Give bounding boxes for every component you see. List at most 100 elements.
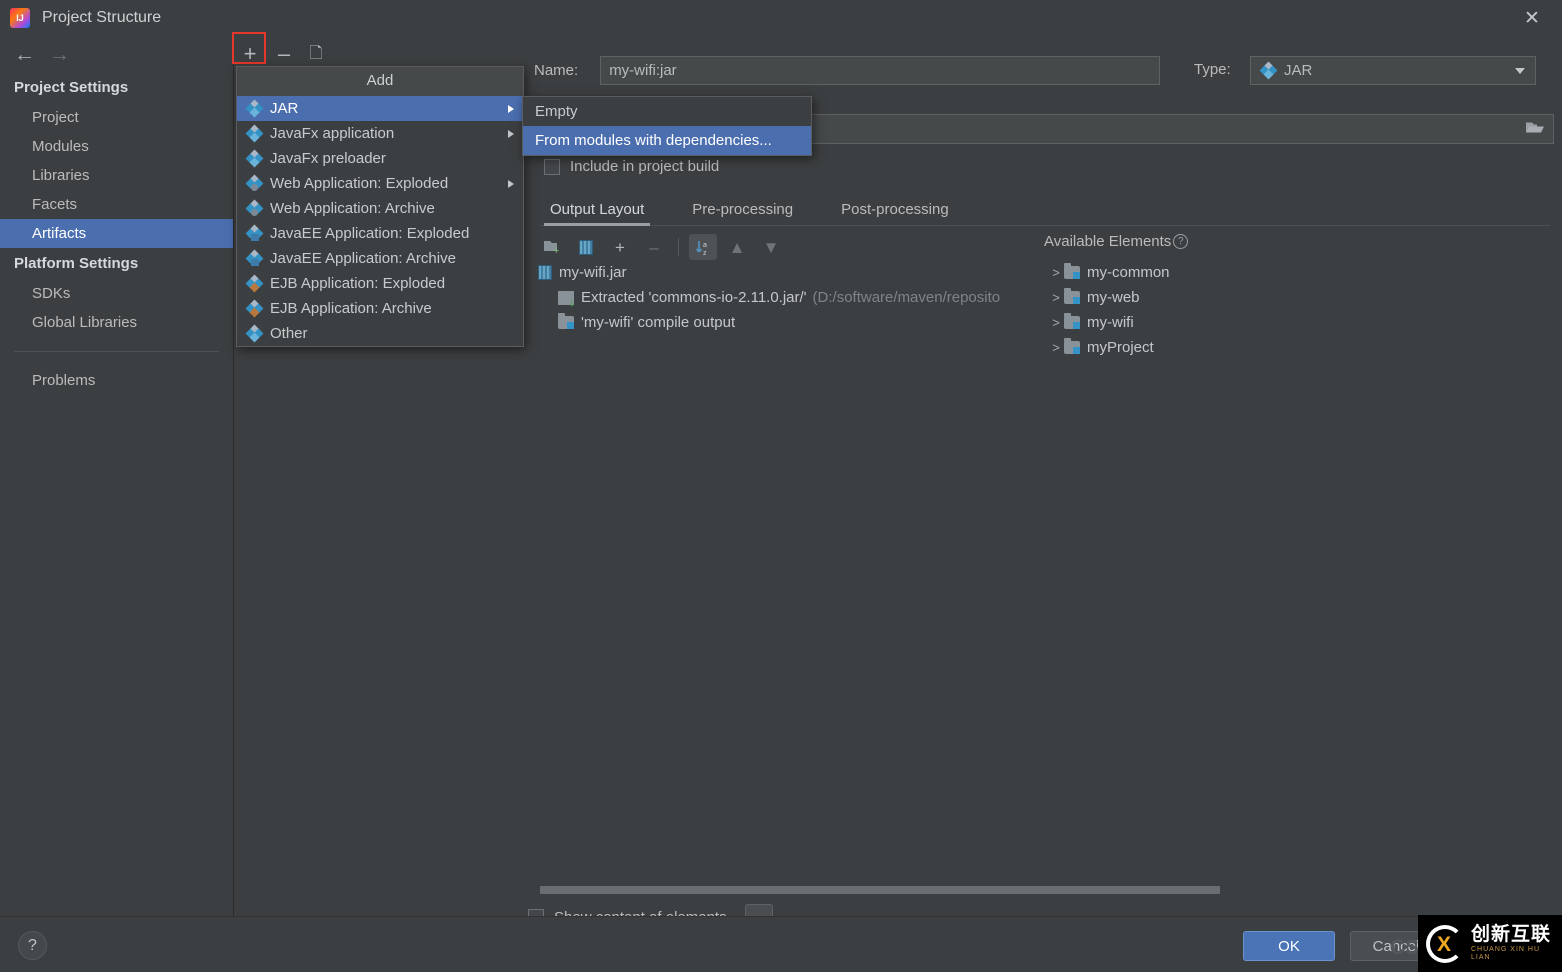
artifact-name-input[interactable]: [600, 56, 1161, 85]
available-elements-title: Available Elements: [1044, 233, 1172, 250]
sidebar-item-global-libraries[interactable]: Global Libraries: [0, 308, 233, 337]
submenu-item-from-modules-with-dependencies[interactable]: From modules with dependencies...: [523, 126, 811, 155]
artifact-jar-icon: [1259, 61, 1278, 80]
chevron-right-icon[interactable]: >: [1048, 265, 1064, 280]
submenu-item-empty[interactable]: Empty: [523, 97, 811, 126]
available-node-my-common[interactable]: > my-common: [1048, 260, 1548, 285]
help-icon[interactable]: ?: [18, 931, 47, 960]
sidebar-item-facets[interactable]: Facets: [0, 190, 233, 219]
menu-item-jar[interactable]: JAR: [237, 96, 523, 121]
sort-az-icon[interactable]: az: [689, 234, 717, 260]
tree-node-my-wifi-compile-output[interactable]: 'my-wifi' compile output: [532, 310, 1044, 335]
tree-node-extracted-commons-io[interactable]: Extracted 'commons-io-2.11.0.jar/' (D:/s…: [532, 285, 1044, 310]
add-directory-icon[interactable]: +: [538, 234, 566, 260]
sidebar-group-project-settings: Project Settings: [14, 79, 129, 96]
artifact-javafx-icon: [245, 124, 264, 143]
artifact-type-select[interactable]: JAR: [1250, 56, 1536, 85]
artifact-javaee-icon: [245, 224, 264, 241]
chevron-right-icon: [508, 104, 514, 113]
horizontal-scrollbar[interactable]: [540, 884, 1540, 894]
minus-icon[interactable]: –: [269, 39, 299, 69]
arrow-left-icon[interactable]: ←: [14, 44, 35, 65]
menu-item-javaee-application-archive[interactable]: JavaEE Application: Archive: [237, 246, 523, 271]
tab-pre-processing[interactable]: Pre-processing: [682, 198, 803, 225]
available-node-myproject[interactable]: > myProject: [1048, 335, 1548, 360]
available-node-my-web[interactable]: > my-web: [1048, 285, 1548, 310]
watermark-text: 创新互联 CHUANG XIN HU LIAN: [1471, 924, 1562, 961]
menu-item-other[interactable]: Other: [237, 321, 523, 346]
title-bar: Project Structure ✕: [0, 0, 1562, 36]
module-folder-icon: [1064, 313, 1080, 329]
menu-item-label: JavaFx application: [270, 125, 395, 142]
add-copy-icon[interactable]: +: [606, 234, 634, 260]
artifact-type-value: JAR: [1284, 62, 1313, 79]
tab-output-layout[interactable]: Output Layout: [540, 198, 654, 226]
tree-node-label: 'my-wifi' compile output: [581, 314, 736, 331]
include-in-build-label: Include in project build: [570, 158, 720, 175]
artifact-editor: Name: Type: JAR ject\out\artifacts\my_wi…: [524, 36, 1562, 930]
type-label: Type:: [1194, 61, 1231, 78]
menu-item-label: Other: [270, 325, 308, 342]
sidebar-item-sdks[interactable]: SDKs: [0, 279, 233, 308]
sidebar-item-problems[interactable]: Problems: [0, 366, 233, 395]
menu-item-label: JAR: [270, 100, 299, 117]
move-down-icon[interactable]: ▼: [757, 234, 785, 260]
artifact-tabs: Output Layout Pre-processing Post-proces…: [540, 194, 1550, 226]
menu-item-label: JavaEE Application: Exploded: [270, 225, 470, 242]
ok-button[interactable]: OK: [1243, 931, 1335, 961]
chevron-right-icon: [508, 129, 514, 138]
arrow-right-icon[interactable]: →: [49, 44, 70, 65]
add-archive-icon[interactable]: [572, 234, 600, 260]
sidebar-item-modules[interactable]: Modules: [0, 132, 233, 161]
chevron-right-icon[interactable]: >: [1048, 290, 1064, 305]
menu-item-label: Web Application: Archive: [270, 200, 435, 217]
scrollbar-thumb[interactable]: [540, 886, 1220, 894]
chevron-right-icon[interactable]: >: [1048, 340, 1064, 355]
artifact-javafx-icon: [245, 149, 264, 168]
cxhl-logo-icon: X: [1426, 924, 1464, 963]
menu-item-ejb-application-exploded[interactable]: EJB Application: Exploded: [237, 271, 523, 296]
tree-node-path: (D:/software/maven/reposito: [812, 289, 1001, 306]
intellij-idea-icon: [10, 8, 30, 28]
project-structure-dialog: Project Structure ✕ ← → Project Settings…: [0, 0, 1562, 972]
watermark-en: CHUANG XIN HU LIAN: [1471, 946, 1541, 961]
window-title: Project Structure: [42, 9, 162, 26]
menu-item-javafx-application[interactable]: JavaFx application: [237, 121, 523, 146]
available-node-label: my-wifi: [1087, 314, 1134, 331]
menu-item-ejb-application-archive[interactable]: EJB Application: Archive: [237, 296, 523, 321]
available-node-label: my-common: [1087, 264, 1170, 281]
menu-item-label: EJB Application: Archive: [270, 300, 432, 317]
svg-text:z: z: [703, 250, 707, 256]
add-menu-header: Add: [237, 67, 523, 96]
available-elements-header: Available Elements ?: [1044, 233, 1189, 250]
sidebar-item-artifacts[interactable]: Artifacts: [0, 219, 233, 248]
menu-item-label: JavaEE Application: Archive: [270, 250, 456, 267]
menu-item-web-application-exploded[interactable]: Web Application: Exploded: [237, 171, 523, 196]
menu-item-web-application-archive[interactable]: Web Application: Archive: [237, 196, 523, 221]
chevron-right-icon[interactable]: >: [1048, 315, 1064, 330]
tree-node-my-wifi-jar[interactable]: my-wifi.jar: [532, 260, 1044, 285]
svg-text:a: a: [703, 242, 707, 249]
artifact-jar-icon: [245, 99, 264, 118]
sidebar-item-project[interactable]: Project: [0, 103, 233, 132]
dialog-footer: ? OK Cancel: [0, 916, 1562, 972]
sidebar-divider: [14, 351, 219, 352]
menu-item-javaee-application-exploded[interactable]: JavaEE Application: Exploded: [237, 221, 523, 246]
plus-icon[interactable]: +: [235, 39, 265, 69]
available-node-my-wifi[interactable]: > my-wifi: [1048, 310, 1548, 335]
jar-icon: [538, 265, 552, 280]
tab-post-processing[interactable]: Post-processing: [831, 198, 959, 225]
remove-icon[interactable]: –: [640, 234, 668, 260]
jar-submenu: Empty From modules with dependencies...: [522, 96, 812, 156]
include-in-build-checkbox[interactable]: [544, 158, 560, 175]
menu-item-javafx-preloader[interactable]: JavaFx preloader: [237, 146, 523, 171]
close-icon[interactable]: ✕: [1516, 4, 1548, 32]
folder-open-icon[interactable]: [1525, 120, 1545, 139]
include-in-build-row[interactable]: Include in project build: [544, 158, 719, 175]
move-up-icon[interactable]: ▲: [723, 234, 751, 260]
help-circle-icon[interactable]: ?: [1173, 234, 1189, 249]
sidebar-item-libraries[interactable]: Libraries: [0, 161, 233, 190]
name-label: Name:: [534, 62, 579, 79]
compile-output-icon: [558, 313, 574, 329]
copy-icon[interactable]: 🗋: [301, 39, 331, 69]
